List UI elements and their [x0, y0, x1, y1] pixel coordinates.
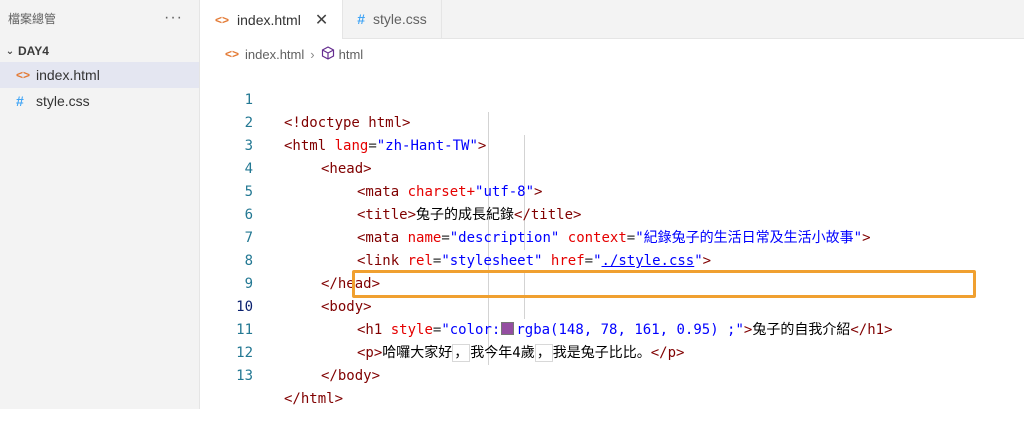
file-item-index-html[interactable]: <> index.html	[0, 62, 199, 88]
highlight-annotation	[352, 270, 976, 298]
code-line: 6 <mata name="description" context="紀錄兔子…	[201, 181, 1024, 246]
folder-day4[interactable]: ⌄ DAY4	[0, 40, 199, 62]
code-line: 2 <html lang="zh-Hant-TW">	[201, 89, 1024, 154]
code-line: 1 <!doctype html>	[201, 66, 1024, 131]
code-editor[interactable]: 1 <!doctype html> 2 <html lang="zh-Hant-…	[201, 66, 1024, 407]
code-line: 7 <link rel="stylesheet" href="./style.c…	[201, 204, 1024, 269]
code-token: </html>	[284, 391, 344, 407]
css-file-icon: #	[357, 11, 366, 27]
explorer-header: 檔案總管 ···	[0, 0, 199, 36]
html-file-icon: <>	[16, 68, 31, 82]
breadcrumb-symbol[interactable]: html	[339, 47, 364, 62]
css-file-icon: #	[16, 93, 24, 109]
tab-label: index.html	[237, 11, 301, 28]
code-line: 13 </html>	[201, 342, 1024, 407]
folder-label: DAY4	[18, 44, 49, 58]
editor-tabs: <> index.html ✕ # style.css	[201, 0, 1024, 39]
html-file-icon: <>	[215, 12, 230, 27]
more-actions-icon[interactable]: ···	[164, 9, 183, 27]
tab-index-html[interactable]: <> index.html ✕	[201, 0, 344, 39]
file-label: index.html	[36, 67, 100, 83]
code-line: 5 <title>兔子的成長紀錄</title>	[201, 158, 1024, 223]
code-token: </body>	[321, 368, 381, 384]
code-line: 4 <mata charset+"utf-8">	[201, 135, 1024, 200]
tab-label: style.css	[373, 11, 427, 27]
code-line: 3 <head>	[201, 112, 1024, 177]
breadcrumb-file[interactable]: index.html	[245, 47, 304, 62]
close-icon[interactable]: ✕	[315, 10, 328, 30]
symbol-cube-icon	[321, 45, 335, 63]
explorer-sidebar: 檔案總管 ··· ⌄ DAY4 <> index.html # style.cs…	[0, 0, 200, 409]
chevron-down-icon: ⌄	[5, 45, 15, 57]
file-label: style.css	[36, 93, 90, 109]
html-file-icon: <>	[225, 47, 240, 61]
line-number: 13	[236, 368, 253, 384]
chevron-right-icon: ›	[310, 46, 315, 62]
code-line: 12 </body>	[201, 319, 1024, 384]
code-line: 11 <p>哈囉大家好，我今年4歲，我是兔子比比。</p>	[201, 296, 1024, 362]
explorer-title: 檔案總管	[8, 11, 57, 26]
file-item-style-css[interactable]: # style.css	[0, 88, 199, 114]
breadcrumb: <> index.html › html	[225, 44, 363, 64]
tab-style-css[interactable]: # style.css	[343, 0, 442, 38]
code-line: 8 </head>	[201, 227, 1024, 292]
